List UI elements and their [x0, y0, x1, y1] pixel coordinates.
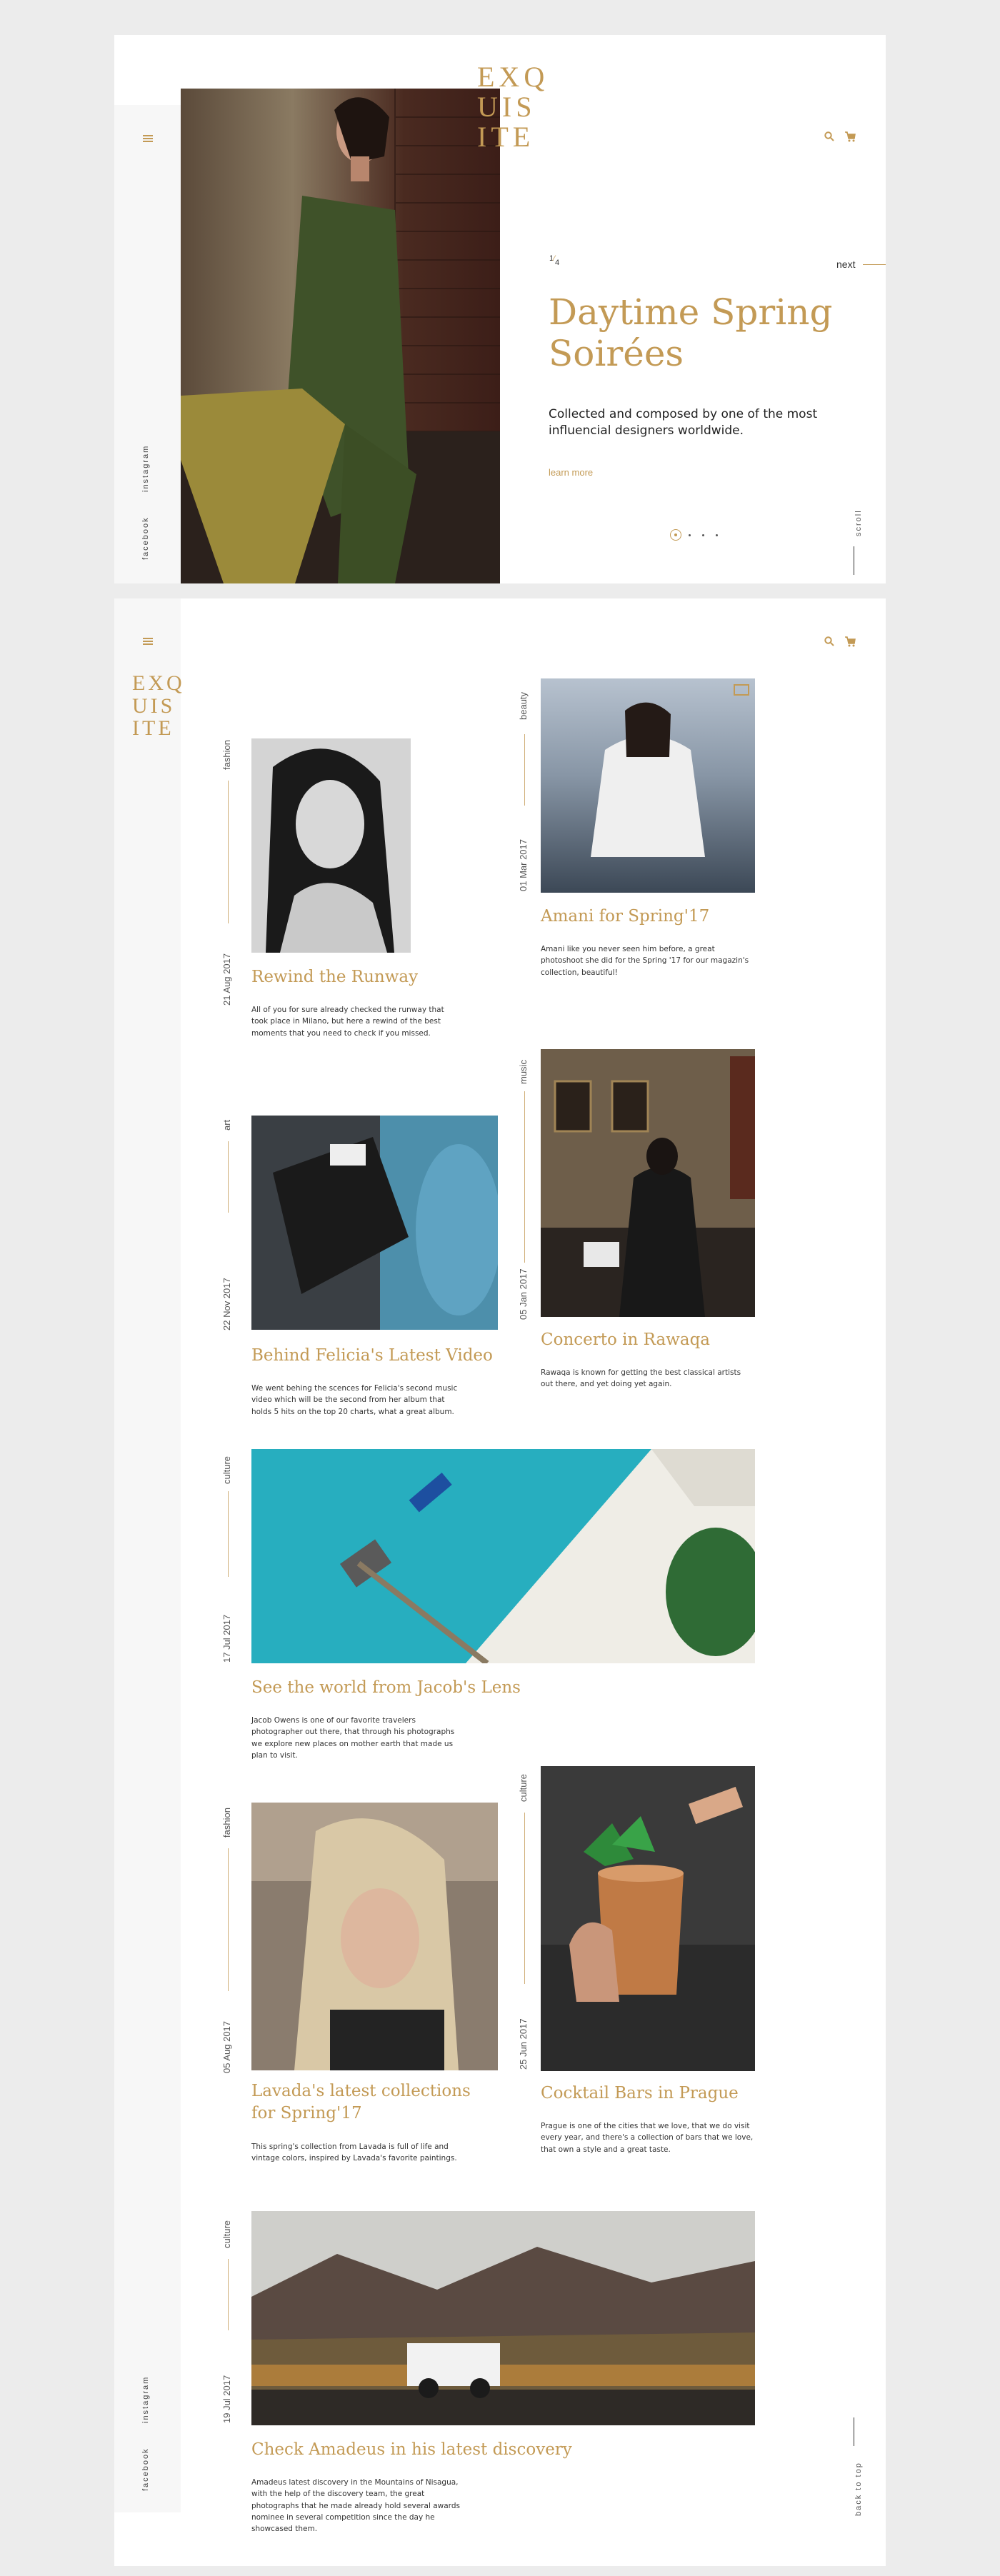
post-description: Amadeus latest discovery in the Mountain…: [251, 2478, 460, 2534]
rail-line: [228, 1491, 229, 1577]
post-date: 22 Nov 2017: [221, 1278, 232, 1330]
post-photo-jacob[interactable]: [251, 1449, 755, 1663]
post-category[interactable]: culture: [221, 1456, 232, 1484]
post-title[interactable]: Concerto in Rawaqa: [541, 1329, 710, 1351]
hamburger-menu-icon[interactable]: [143, 135, 153, 142]
rail-line: [228, 1141, 229, 1213]
rail-line: [524, 1091, 525, 1263]
post-category[interactable]: fashion: [221, 740, 232, 770]
post-title[interactable]: Cocktail Bars in Prague: [541, 2083, 739, 2105]
post-description: All of you for sure already checked the …: [251, 1006, 444, 1038]
brand-logo-small[interactable]: EXQ UIS ITE: [132, 672, 185, 740]
post-title[interactable]: Lavada's latest collections for Spring'1…: [251, 2080, 494, 2125]
rail-line: [228, 1848, 229, 1991]
post-description: Amani like you never seen him before, a …: [541, 945, 749, 977]
rail-line: [524, 734, 525, 806]
hero-sidebar: [114, 105, 181, 583]
post-photo-runway[interactable]: [251, 738, 411, 953]
instagram-link[interactable]: instagram: [141, 445, 150, 492]
post-title[interactable]: Rewind the Runway: [251, 966, 418, 988]
post-category[interactable]: art: [221, 1120, 232, 1131]
cart-icon[interactable]: [844, 131, 856, 144]
post-category[interactable]: beauty: [518, 692, 529, 720]
post-category[interactable]: fashion: [221, 1808, 232, 1838]
post-photo-lavada[interactable]: [251, 1803, 498, 2070]
post-photo-amadeus[interactable]: [251, 2211, 755, 2425]
post-title[interactable]: Amani for Spring'17: [541, 906, 709, 928]
post-description: This spring's collection from Lavada is …: [251, 2143, 457, 2163]
post-date: 01 Mar 2017: [518, 839, 529, 891]
post-category[interactable]: music: [518, 1060, 529, 1084]
rail-line: [228, 781, 229, 923]
learn-more-link[interactable]: learn more: [549, 467, 593, 478]
post-description: Rawaqa is known for getting the best cla…: [541, 1368, 741, 1389]
post-description: We went behing the scences for Felicia's…: [251, 1384, 458, 1416]
hero-photo-illustration: [181, 89, 500, 583]
post-category[interactable]: culture: [518, 1774, 529, 1802]
slide-dot-4[interactable]: [716, 534, 718, 536]
instagram-link[interactable]: instagram: [141, 2376, 150, 2423]
scroll-label[interactable]: scroll: [854, 509, 863, 536]
slide-dot-active[interactable]: [670, 529, 681, 541]
post-photo-cocktail[interactable]: [541, 1766, 755, 2071]
blog-section: EXQ UIS ITE fashion 21 Aug 2017 Rewind t…: [114, 598, 886, 2566]
post-date: 25 Jun 2017: [518, 2018, 529, 2070]
post-title[interactable]: See the world from Jacob's Lens: [251, 1677, 521, 1699]
post-date: 05 Jan 2017: [518, 1268, 529, 1320]
hero-subtitle: Collected and composed by one of the mos…: [549, 407, 818, 438]
post-date: 05 Aug 2017: [221, 2020, 232, 2073]
hero-title: Daytime Spring Soirées: [549, 291, 833, 374]
back-to-top-link[interactable]: back to top: [854, 2462, 863, 2516]
rail-line: [524, 1813, 525, 1984]
cart-icon[interactable]: [844, 636, 856, 649]
next-line: [863, 264, 886, 265]
post-photo-felicia[interactable]: [251, 1116, 498, 1330]
rail-line: [228, 2259, 229, 2330]
facebook-link[interactable]: facebook: [141, 516, 150, 560]
post-description: Prague is one of the cities that we love…: [541, 2122, 754, 2154]
hero-photo: [181, 89, 500, 583]
hero-section: facebook instagram EXQ UIS ITE 1⁄4 next …: [114, 35, 886, 583]
slide-total: 4: [554, 259, 560, 267]
post-date: 21 Aug 2017: [221, 953, 232, 1006]
post-title[interactable]: Check Amadeus in his latest discovery: [251, 2439, 572, 2461]
gallery-icon[interactable]: [734, 684, 749, 696]
post-date: 17 Jul 2017: [221, 1614, 232, 1663]
search-icon[interactable]: [824, 131, 834, 144]
slide-counter: 1⁄4: [549, 254, 560, 267]
post-title[interactable]: Behind Felicia's Latest Video: [251, 1345, 493, 1367]
post-description: Jacob Owens is one of our favorite trave…: [251, 1716, 455, 1760]
post-photo-amani[interactable]: [541, 678, 755, 893]
slide-dot-2[interactable]: [689, 534, 691, 536]
blog-sidebar: [114, 598, 181, 2512]
hamburger-menu-icon[interactable]: [143, 638, 153, 645]
next-slide-link[interactable]: next: [836, 259, 855, 270]
post-date: 19 Jul 2017: [221, 2375, 232, 2423]
slide-dot-3[interactable]: [702, 534, 704, 536]
facebook-link[interactable]: facebook: [141, 2447, 150, 2491]
search-icon[interactable]: [824, 636, 834, 648]
post-category[interactable]: culture: [221, 2220, 232, 2248]
brand-logo[interactable]: EXQ UIS ITE: [477, 62, 549, 152]
post-photo-rawaqa[interactable]: [541, 1049, 755, 1317]
